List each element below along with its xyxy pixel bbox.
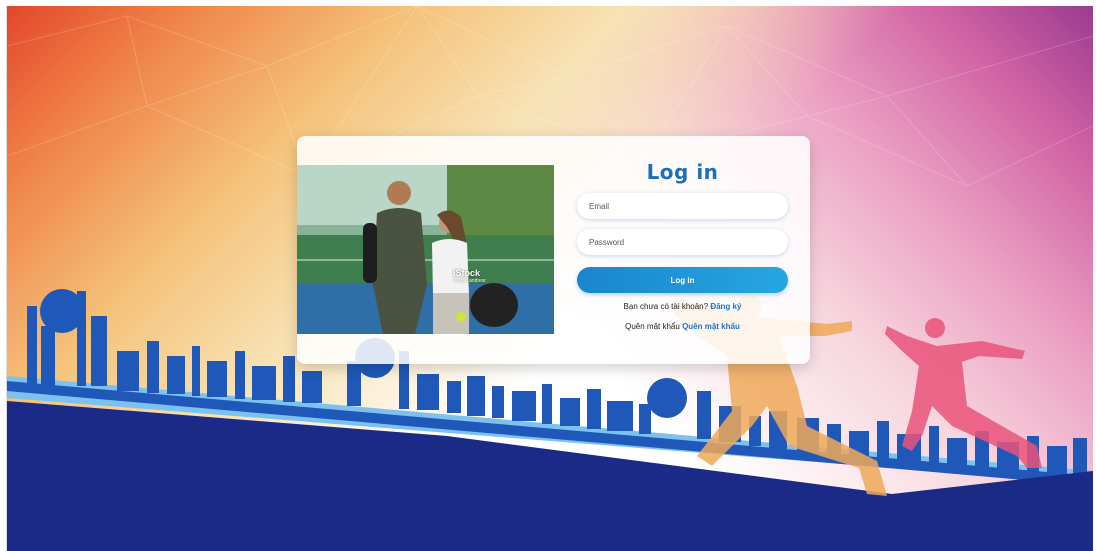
password-input[interactable]: Password [577, 229, 788, 255]
register-link[interactable]: Đăng ký [710, 302, 741, 311]
email-input[interactable]: Email [577, 193, 788, 219]
photo-watermark-brand: iStock [453, 268, 481, 278]
login-card: iStock Credit: andresr Log in Email Pass… [297, 136, 810, 364]
photo-watermark-credit: Credit: andresr [453, 278, 487, 284]
forgot-password-link[interactable]: Quên mật khẩu [682, 322, 740, 331]
forgot-password-prompt: Quên mật khẩu [625, 322, 680, 331]
register-line: Bạn chưa có tài khoản? Đăng ký [577, 302, 788, 311]
pickleball-players-image [297, 165, 554, 334]
forgot-password-line: Quên mật khẩu Quên mật khẩu [577, 322, 788, 331]
hero-photo: iStock Credit: andresr [297, 165, 554, 334]
register-prompt: Bạn chưa có tài khoản? [623, 302, 709, 311]
page-frame: iStock Credit: andresr Log in Email Pass… [6, 6, 1093, 551]
login-form: Log in Email Password Log in Bạn chưa có… [577, 136, 788, 331]
login-title: Log in [646, 160, 719, 184]
login-button[interactable]: Log in [577, 267, 788, 293]
